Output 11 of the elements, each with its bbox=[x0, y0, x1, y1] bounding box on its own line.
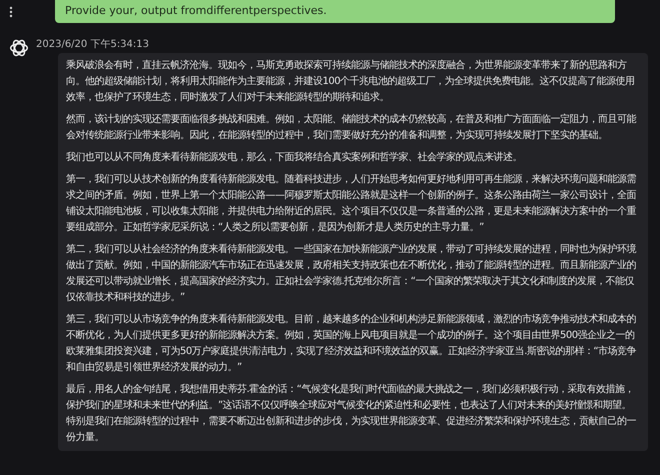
message-paragraph: 第二，我们可以从社会经济的角度来看待新能源发电。一些国家在加快新能源产业的发展，带动了可持续发展的进程，同时也为保护环境做出了贡献。例如，中国的新能源汽车市场正在迅速发展，政府相关支持政策也在不断优化，推动了能源转型的进程。而且新能源产业的发展还可以带动就业增长，提高国家的经济实力。正如社会学家德.托克维尔所言：“一个国家的繁荣取决于其文化和制度的发展，不能仅仅依靠技术和科技的进步。” bbox=[66, 242, 638, 305]
message-paragraph: 第一，我们可以从技术创新的角度看待新能源发电。随着科技进步，人们开始思考如何更好地利用可再生能源，来解决环境问题和能源需求之间的矛盾。例如，世界上第一个太阳能公路——阿穆罗斯太阳能公路就是这样一个创新的例子。这条公路由荷兰一家公司设计，全面铺设太阳能电池板，可以收集太阳能，并提供电力给附近的居民。这个项目不仅仅是一条普通的公路，更是未来能源解决方案中的一个重要组成部分。正如哲学家尼采所说：“人类之所以需要创新，是因为创新才是人类历史的主导力量。” bbox=[66, 172, 637, 235]
assistant-logo-icon bbox=[8, 37, 30, 59]
message-paragraph: 第三，我们可以从市场竞争的角度来看待新能源发电。目前，越来越多的企业和机构涉足新能源领域，激烈的市场竞争推动技术和成本的不断优化，为人们提供更多更好的新能源解决方案。例如，英国的海上风电项目就是一个成功的例子。这个项目由世界500强企业之一的欧莱雅集团投资兴建，可为50万户家庭提供清洁电力，实现了经济效益和环境效益的双赢。正如经济学家亚当.斯密说的那样：“市场竞争和自由贸易是引领世界经济发展的动力。” bbox=[66, 312, 638, 375]
more-icon[interactable] bbox=[9, 6, 13, 18]
user-message: Provide your, output fromdifferentperspectives. bbox=[55, 0, 615, 23]
message-paragraph: 最后，用名人的金句结尾，我想借用史蒂芬.霍金的话：“气候变化是我们时代面临的最大挑战之一，我们必须积极行动，采取有效措施，保护我们的星球和未来世代的利益。”这话语不仅仅呼唤全球应对气候变化的紧迫性和必要性，也表达了人们对未来的美好憧憬和期望。特别是我们在能源转型的过程中，需要不断迈出创新和进步的步伐，为实现世界能源变革、促进经济繁荣和保护环境生态，贡献自己的一份力量。 bbox=[66, 382, 637, 445]
message-paragraph: 乘风破浪会有时，直挂云帆济沧海。现如今，马斯克勇敢探索可持续能源与储能技术的深度融合，为世界能源变革带来了新的思路和方向。他的超级储能计划，将利用太阳能作为主要能源，并建设100个千兆电池的超级工厂，为全球提供免费电能。这不仅提高了能源使用效率，也保护了环境生态，同时激发了人们对于未来能源转型的期待和追求。 bbox=[66, 58, 636, 105]
message-paragraph: 我们也可以从不同角度来看待新能源发电，那么，下面我将结合真实案例和哲学家、社会学家的观点来讲述。 bbox=[66, 150, 523, 165]
message-timestamp: 2023/6/20 下午5:34:13 bbox=[36, 38, 150, 51]
message-paragraph: 然而，该计划的实现还需要面临很多挑战和困难。例如，太阳能、储能技术的成本仍然较高，在普及和推广方面面临一定阻力，而且可能会对传统能源行业带来影响。因此，在能源转型的过程中，我们需要做好充分的准备和调整，为实现可持续发展打下坚实的基础。 bbox=[66, 112, 638, 143]
